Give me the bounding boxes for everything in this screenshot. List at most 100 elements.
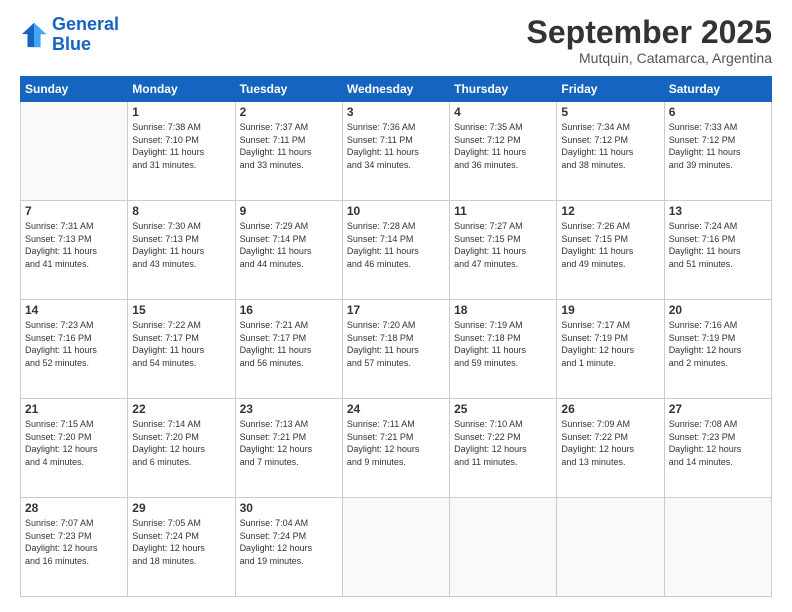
cell-info: Sunrise: 7:21 AM Sunset: 7:17 PM Dayligh… bbox=[240, 319, 338, 369]
header-tuesday: Tuesday bbox=[235, 77, 342, 102]
calendar-week-row: 28 Sunrise: 7:07 AM Sunset: 7:23 PM Dayli… bbox=[21, 498, 772, 597]
table-row: 24 Sunrise: 7:11 AM Sunset: 7:21 PM Dayli… bbox=[342, 399, 449, 498]
cell-info: Sunrise: 7:27 AM Sunset: 7:15 PM Dayligh… bbox=[454, 220, 552, 270]
day-number: 13 bbox=[669, 204, 767, 218]
cell-info: Sunrise: 7:34 AM Sunset: 7:12 PM Dayligh… bbox=[561, 121, 659, 171]
cell-info: Sunrise: 7:10 AM Sunset: 7:22 PM Dayligh… bbox=[454, 418, 552, 468]
table-row: 21 Sunrise: 7:15 AM Sunset: 7:20 PM Dayli… bbox=[21, 399, 128, 498]
calendar-week-row: 14Sunrise: 7:23 AM Sunset: 7:16 PM Dayli… bbox=[21, 300, 772, 399]
cell-info: Sunrise: 7:17 AM Sunset: 7:19 PM Dayligh… bbox=[561, 319, 659, 369]
table-row: 7 Sunrise: 7:31 AM Sunset: 7:13 PM Daylig… bbox=[21, 201, 128, 300]
cell-info: Sunrise: 7:08 AM Sunset: 7:23 PM Dayligh… bbox=[669, 418, 767, 468]
header: General Blue September 2025 Mutquin, Cat… bbox=[20, 15, 772, 66]
table-row: 20 Sunrise: 7:16 AM Sunset: 7:19 PM Dayli… bbox=[664, 300, 771, 399]
table-row: 4 Sunrise: 7:35 AM Sunset: 7:12 PM Daylig… bbox=[450, 102, 557, 201]
cell-info: Sunrise: 7:35 AM Sunset: 7:12 PM Dayligh… bbox=[454, 121, 552, 171]
table-row: 29Sunrise: 7:05 AM Sunset: 7:24 PM Dayli… bbox=[128, 498, 235, 597]
cell-info: Sunrise: 7:28 AM Sunset: 7:14 PM Dayligh… bbox=[347, 220, 445, 270]
table-row: 27 Sunrise: 7:08 AM Sunset: 7:23 PM Dayli… bbox=[664, 399, 771, 498]
day-number: 18 bbox=[454, 303, 552, 317]
table-row: 2Sunrise: 7:37 AM Sunset: 7:11 PM Daylig… bbox=[235, 102, 342, 201]
table-row: 3Sunrise: 7:36 AM Sunset: 7:11 PM Daylig… bbox=[342, 102, 449, 201]
cell-info: Sunrise: 7:38 AM Sunset: 7:10 PM Dayligh… bbox=[132, 121, 230, 171]
cell-info: Sunrise: 7:04 AM Sunset: 7:24 PM Dayligh… bbox=[240, 517, 338, 567]
cell-info: Sunrise: 7:11 AM Sunset: 7:21 PM Dayligh… bbox=[347, 418, 445, 468]
calendar-week-row: 7 Sunrise: 7:31 AM Sunset: 7:13 PM Daylig… bbox=[21, 201, 772, 300]
day-number: 30 bbox=[240, 501, 338, 515]
month-title: September 2025 bbox=[527, 15, 772, 50]
table-row: 15 Sunrise: 7:22 AM Sunset: 7:17 PM Dayli… bbox=[128, 300, 235, 399]
day-number: 23 bbox=[240, 402, 338, 416]
table-row bbox=[21, 102, 128, 201]
day-number: 11 bbox=[454, 204, 552, 218]
calendar-header-row: Sunday Monday Tuesday Wednesday Thursday… bbox=[21, 77, 772, 102]
day-number: 9 bbox=[240, 204, 338, 218]
table-row: 19 Sunrise: 7:17 AM Sunset: 7:19 PM Dayli… bbox=[557, 300, 664, 399]
day-number: 17 bbox=[347, 303, 445, 317]
logo-text: General Blue bbox=[52, 15, 119, 55]
table-row: 22 Sunrise: 7:14 AM Sunset: 7:20 PM Dayli… bbox=[128, 399, 235, 498]
logo-line2: Blue bbox=[52, 34, 91, 54]
cell-info: Sunrise: 7:29 AM Sunset: 7:14 PM Dayligh… bbox=[240, 220, 338, 270]
day-number: 19 bbox=[561, 303, 659, 317]
logo-icon bbox=[20, 21, 48, 49]
cell-info: Sunrise: 7:30 AM Sunset: 7:13 PM Dayligh… bbox=[132, 220, 230, 270]
day-number: 2 bbox=[240, 105, 338, 119]
day-number: 8 bbox=[132, 204, 230, 218]
table-row: 10 Sunrise: 7:28 AM Sunset: 7:14 PM Dayli… bbox=[342, 201, 449, 300]
cell-info: Sunrise: 7:09 AM Sunset: 7:22 PM Dayligh… bbox=[561, 418, 659, 468]
calendar-week-row: 1Sunrise: 7:38 AM Sunset: 7:10 PM Daylig… bbox=[21, 102, 772, 201]
day-number: 4 bbox=[454, 105, 552, 119]
page: General Blue September 2025 Mutquin, Cat… bbox=[0, 0, 792, 612]
day-number: 15 bbox=[132, 303, 230, 317]
calendar-table: Sunday Monday Tuesday Wednesday Thursday… bbox=[20, 76, 772, 597]
cell-info: Sunrise: 7:16 AM Sunset: 7:19 PM Dayligh… bbox=[669, 319, 767, 369]
day-number: 22 bbox=[132, 402, 230, 416]
cell-info: Sunrise: 7:07 AM Sunset: 7:23 PM Dayligh… bbox=[25, 517, 123, 567]
day-number: 5 bbox=[561, 105, 659, 119]
day-number: 12 bbox=[561, 204, 659, 218]
day-number: 20 bbox=[669, 303, 767, 317]
cell-info: Sunrise: 7:33 AM Sunset: 7:12 PM Dayligh… bbox=[669, 121, 767, 171]
title-block: September 2025 Mutquin, Catamarca, Argen… bbox=[527, 15, 772, 66]
day-number: 10 bbox=[347, 204, 445, 218]
cell-info: Sunrise: 7:26 AM Sunset: 7:15 PM Dayligh… bbox=[561, 220, 659, 270]
table-row: 25Sunrise: 7:10 AM Sunset: 7:22 PM Dayli… bbox=[450, 399, 557, 498]
subtitle: Mutquin, Catamarca, Argentina bbox=[527, 50, 772, 66]
table-row: 13Sunrise: 7:24 AM Sunset: 7:16 PM Dayli… bbox=[664, 201, 771, 300]
day-number: 26 bbox=[561, 402, 659, 416]
header-saturday: Saturday bbox=[664, 77, 771, 102]
cell-info: Sunrise: 7:14 AM Sunset: 7:20 PM Dayligh… bbox=[132, 418, 230, 468]
header-friday: Friday bbox=[557, 77, 664, 102]
table-row: 26 Sunrise: 7:09 AM Sunset: 7:22 PM Dayli… bbox=[557, 399, 664, 498]
table-row: 5 Sunrise: 7:34 AM Sunset: 7:12 PM Daylig… bbox=[557, 102, 664, 201]
table-row: 1Sunrise: 7:38 AM Sunset: 7:10 PM Daylig… bbox=[128, 102, 235, 201]
day-number: 3 bbox=[347, 105, 445, 119]
cell-info: Sunrise: 7:15 AM Sunset: 7:20 PM Dayligh… bbox=[25, 418, 123, 468]
header-wednesday: Wednesday bbox=[342, 77, 449, 102]
table-row: 28 Sunrise: 7:07 AM Sunset: 7:23 PM Dayli… bbox=[21, 498, 128, 597]
day-number: 6 bbox=[669, 105, 767, 119]
day-number: 27 bbox=[669, 402, 767, 416]
header-monday: Monday bbox=[128, 77, 235, 102]
day-number: 21 bbox=[25, 402, 123, 416]
table-row bbox=[342, 498, 449, 597]
day-number: 28 bbox=[25, 501, 123, 515]
day-number: 24 bbox=[347, 402, 445, 416]
cell-info: Sunrise: 7:22 AM Sunset: 7:17 PM Dayligh… bbox=[132, 319, 230, 369]
table-row: 14Sunrise: 7:23 AM Sunset: 7:16 PM Dayli… bbox=[21, 300, 128, 399]
table-row: 9 Sunrise: 7:29 AM Sunset: 7:14 PM Daylig… bbox=[235, 201, 342, 300]
table-row bbox=[557, 498, 664, 597]
day-number: 7 bbox=[25, 204, 123, 218]
table-row: 6 Sunrise: 7:33 AM Sunset: 7:12 PM Daylig… bbox=[664, 102, 771, 201]
logo-line1: General bbox=[52, 14, 119, 34]
table-row bbox=[450, 498, 557, 597]
cell-info: Sunrise: 7:20 AM Sunset: 7:18 PM Dayligh… bbox=[347, 319, 445, 369]
table-row: 11 Sunrise: 7:27 AM Sunset: 7:15 PM Dayli… bbox=[450, 201, 557, 300]
header-thursday: Thursday bbox=[450, 77, 557, 102]
table-row: 8 Sunrise: 7:30 AM Sunset: 7:13 PM Daylig… bbox=[128, 201, 235, 300]
table-row: 30 Sunrise: 7:04 AM Sunset: 7:24 PM Dayli… bbox=[235, 498, 342, 597]
cell-info: Sunrise: 7:31 AM Sunset: 7:13 PM Dayligh… bbox=[25, 220, 123, 270]
cell-info: Sunrise: 7:19 AM Sunset: 7:18 PM Dayligh… bbox=[454, 319, 552, 369]
cell-info: Sunrise: 7:05 AM Sunset: 7:24 PM Dayligh… bbox=[132, 517, 230, 567]
